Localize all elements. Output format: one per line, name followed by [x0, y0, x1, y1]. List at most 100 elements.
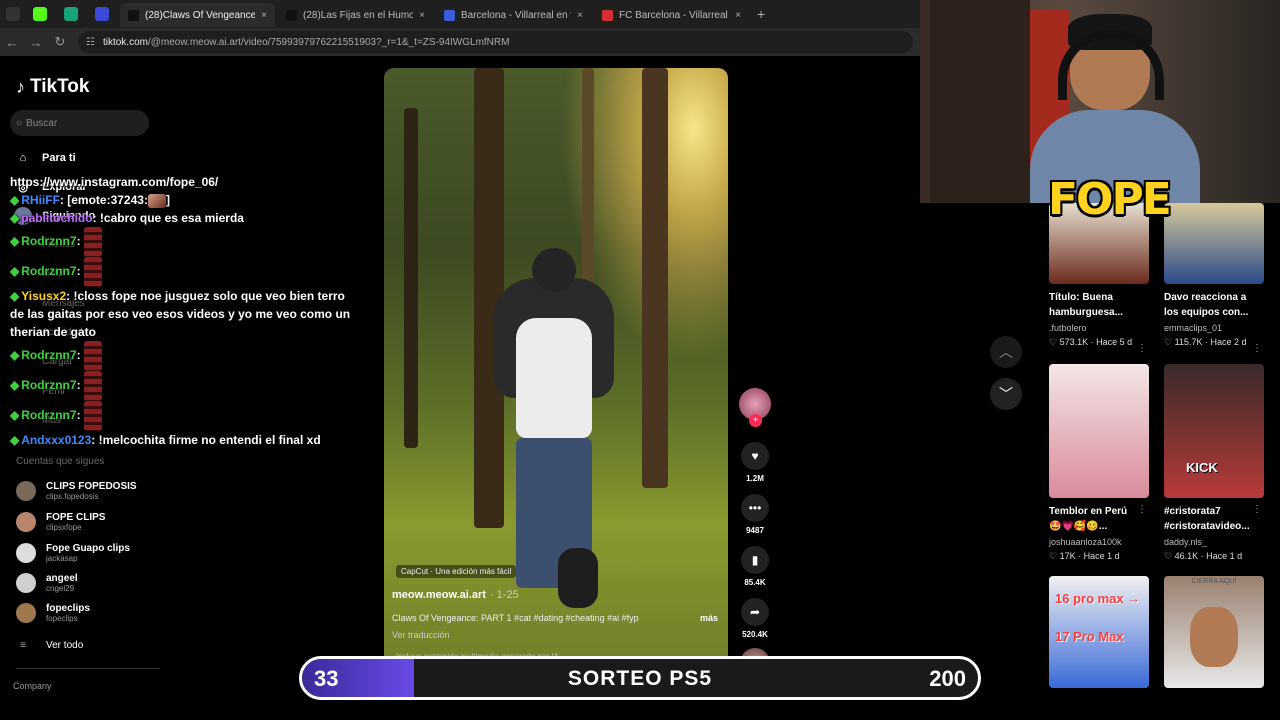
chat-message: ◆ Andxxx0123: !melcochita firme no entend… [10, 431, 362, 449]
card-likes: 17K [1059, 551, 1076, 561]
close-tab-icon[interactable]: × [577, 10, 583, 21]
site-info-icon[interactable]: ☷ [86, 37, 95, 48]
account-handle: clips.fopedosis [46, 492, 99, 501]
following-account[interactable]: fopeclips fopeclips [16, 603, 90, 623]
video-player[interactable]: CapCut · Una edición más fácil meow.meow… [384, 68, 728, 676]
video-card[interactable]: ⋮ Temblor en Perú 🤩💗🥰🥴... joshuaanloza100k… [1049, 364, 1149, 562]
action-comment-button[interactable]: ••• 9487 [737, 494, 773, 535]
avatar [16, 481, 36, 501]
forward-icon[interactable]: → [24, 35, 48, 50]
close-tab-icon[interactable]: × [419, 10, 425, 21]
chat-emote-icon [83, 371, 102, 401]
company-link[interactable]: Company [13, 681, 52, 691]
pinned-tab-kick[interactable] [33, 7, 47, 21]
action-count: 1.2M [746, 474, 764, 483]
chat-message: ◆ Rodrznn7: [10, 227, 362, 257]
video-thumbnail[interactable] [1049, 364, 1149, 498]
account-handle: jackasap [46, 554, 78, 563]
close-tab-icon[interactable]: × [261, 10, 267, 21]
chat-user-badge-icon: ◆ [10, 378, 20, 393]
action-count: 520.4K [742, 630, 768, 639]
browser-tab[interactable]: (28)Las Fijas en el Humor del Fú × [278, 3, 433, 27]
chat-user-badge-icon: ◆ [10, 211, 20, 225]
action-heart-button[interactable]: ♥ 1.2M [737, 442, 773, 483]
new-tab-button[interactable]: + [757, 6, 765, 22]
action-count: 9487 [746, 526, 764, 535]
video-card[interactable]: 16 pro max → 17 Pro Max [1049, 576, 1149, 688]
chat-text: https://www.instagram.com/fope_06/ [10, 175, 219, 189]
sidebar-divider [16, 668, 160, 669]
chat-username: Rodrznn7 [21, 408, 77, 423]
card-menu-icon[interactable]: ⋮ [1137, 343, 1147, 354]
card-menu-icon[interactable]: ⋮ [1252, 504, 1262, 515]
follow-plus-icon[interactable]: + [749, 414, 762, 427]
following-account[interactable]: FOPE CLIPS clipsxfope [16, 512, 105, 532]
card-user[interactable]: .futbolero [1049, 322, 1149, 334]
video-thumbnail[interactable]: KICK [1164, 364, 1264, 498]
following-account[interactable]: angeel cngel29 [16, 573, 78, 593]
browser-tab[interactable]: Barcelona - Villarreal en vivo, re × [436, 3, 591, 27]
chat-user-badge-icon: ◆ [10, 234, 20, 249]
card-user[interactable]: daddy.nls_ [1164, 536, 1264, 548]
chat-text: : [76, 264, 81, 279]
card-menu-icon[interactable]: ⋮ [1252, 343, 1262, 354]
more-button[interactable]: más [700, 613, 718, 623]
bookmark-icon: ▮ [741, 546, 769, 574]
video-card[interactable]: CIERRA AQUÍ [1164, 576, 1264, 688]
card-title: #cristorata7 #cristoratavideo... [1164, 506, 1250, 532]
account-handle: cngel29 [46, 584, 75, 593]
tab-title: FC Barcelona - Villarreal CF Fútb [619, 9, 729, 21]
account-handle: fopeclips [46, 614, 78, 623]
search-input[interactable]: ○ Buscar [10, 110, 149, 136]
browser-tab[interactable]: (28)Claws Of Vengeance: Unrave × [120, 3, 275, 27]
browser-tab[interactable]: FC Barcelona - Villarreal CF Fútb × [594, 3, 749, 27]
action-bookmark-button[interactable]: ▮ 85.4K [737, 546, 773, 587]
following-account[interactable]: Fope Guapo clips jackasap [16, 543, 130, 563]
action-share-button[interactable]: ➦ 520.4K [737, 598, 773, 639]
video-author[interactable]: meow.meow.ai.art · 1-25 [392, 589, 519, 601]
pinned-tab-chat[interactable] [64, 7, 78, 21]
nav-for-you[interactable]: ⌂ Para ti [14, 149, 76, 167]
card-user[interactable]: joshuaanloza100k [1049, 536, 1149, 548]
comment-icon: ••• [741, 494, 769, 522]
tiktok-logo[interactable]: ♪ TikTok [16, 76, 89, 98]
video-thumbnail[interactable] [1164, 203, 1264, 284]
url-path: /@meow.meow.ai.art/video/759939797622155… [147, 36, 510, 48]
url-input[interactable]: ☷ tiktok.com/@meow.meow.ai.art/video/759… [78, 31, 913, 53]
chat-emote-icon [83, 227, 102, 257]
video-thumbnail[interactable]: 16 pro max → 17 Pro Max [1049, 576, 1149, 688]
avatar [16, 512, 36, 532]
capcut-badge[interactable]: CapCut · Una edición más fácil [396, 565, 517, 578]
tab-list-button[interactable] [6, 7, 20, 21]
back-icon[interactable]: ← [0, 35, 24, 50]
giveaway-label: SORTEO PS5 [567, 667, 713, 690]
reload-icon[interactable]: ↻ [48, 34, 72, 50]
chat-username: Rodrznn7 [21, 264, 77, 279]
pinned-tab-stream[interactable] [95, 7, 109, 21]
avatar [16, 603, 36, 623]
video-card[interactable]: ⋮ Davo reacciona a los equipos con... emma… [1164, 203, 1264, 354]
chat-message: https://www.instagram.com/fope_06/ [10, 173, 362, 191]
card-menu-icon[interactable]: ⋮ [1137, 504, 1147, 515]
translate-link[interactable]: Ver traducción [392, 630, 450, 640]
account-name: CLIPS FOPEDOSIS [46, 481, 137, 492]
heart-outline-icon: ♡ [1049, 551, 1058, 561]
video-card[interactable]: KICK ⋮ #cristorata7 #cristoratavideo... dad… [1164, 364, 1264, 562]
next-video-button[interactable]: ﹀ [990, 378, 1022, 410]
previous-video-button[interactable]: ︿ [990, 336, 1022, 368]
chat-emote-icon [83, 257, 102, 287]
see-all-link[interactable]: ≡ Ver todo [14, 636, 83, 654]
following-account[interactable]: CLIPS FOPEDOSIS clips.fopedosis [16, 481, 137, 501]
close-tab-icon[interactable]: × [735, 10, 741, 21]
heart-outline-icon: ♡ [1164, 551, 1173, 561]
tab-favicon-icon [444, 9, 455, 21]
chevron-down-icon: ﹀ [999, 386, 1013, 402]
chat-username: Andxxx0123 [21, 433, 92, 447]
card-meta: ♡ 573.1K · Hace 5 d [1049, 337, 1133, 347]
chat-username: pablitochido [21, 211, 93, 225]
card-user[interactable]: emmaclips_01 [1164, 322, 1264, 334]
video-thumbnail[interactable]: CIERRA AQUÍ [1164, 576, 1264, 688]
following-heading: Cuentas que sigues [16, 456, 105, 467]
account-name: FOPE CLIPS [46, 512, 106, 523]
stream-chat-overlay: https://www.instagram.com/fope_06/◆ RHiiF… [10, 173, 362, 449]
